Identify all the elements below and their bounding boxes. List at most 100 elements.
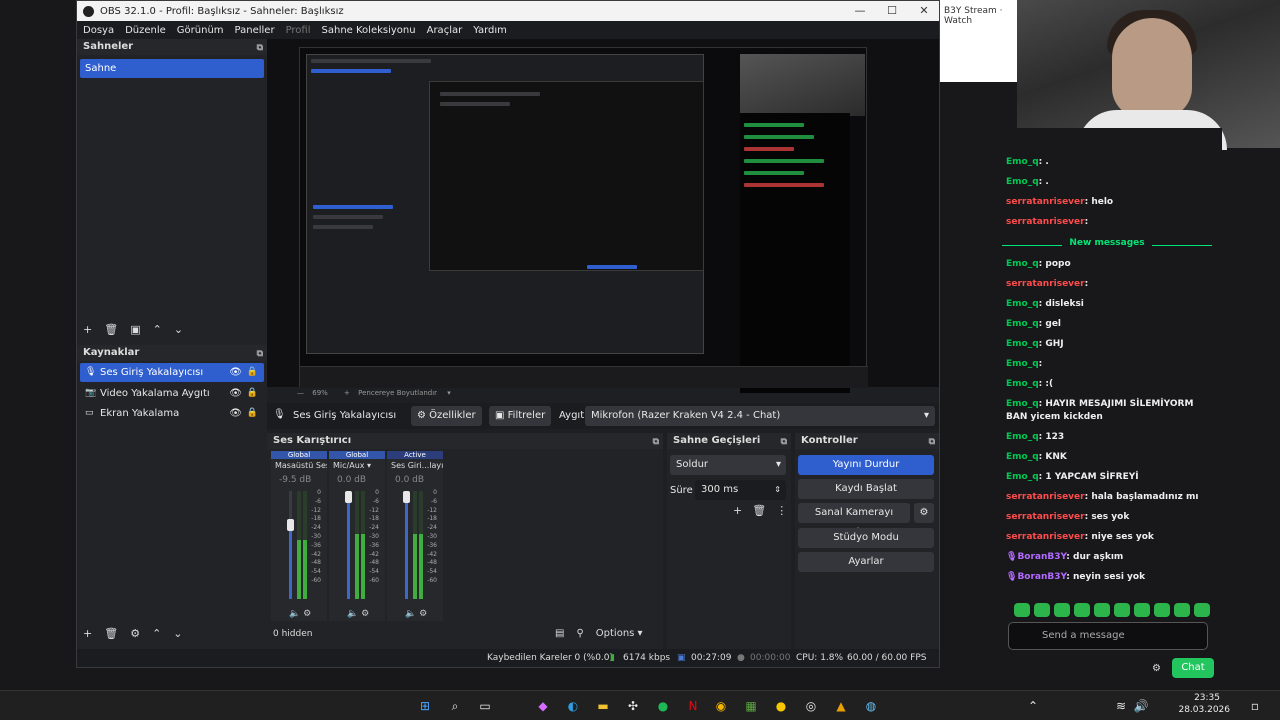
emote-icon[interactable] (1034, 603, 1050, 617)
fader-handle[interactable] (403, 491, 410, 503)
chat-username[interactable]: Emo_q (1006, 432, 1039, 442)
chat-message-input[interactable]: Send a message (1008, 622, 1208, 650)
steam-icon[interactable]: ◍ (862, 697, 880, 715)
chat-username[interactable]: serratanrisever (1006, 532, 1085, 542)
tidal-icon[interactable]: ✣ (624, 697, 642, 715)
background-browser-tab[interactable]: B3Y Stream · Watch (940, 0, 1020, 82)
remove-transition-icon[interactable]: 🗑 (752, 504, 766, 517)
chat-username[interactable]: serratanrisever (1006, 512, 1085, 522)
chat-message[interactable]: Emo_q: :( (1006, 378, 1216, 391)
lock-icon[interactable]: 🔒 (247, 404, 258, 423)
chat-message[interactable]: serratanrisever: hala başlamadınız mı (1006, 491, 1216, 504)
chat-message[interactable]: Emo_q: popo (1006, 258, 1216, 271)
options-menu[interactable]: Options ▾ (596, 628, 643, 639)
add-transition-icon[interactable]: + (733, 504, 742, 517)
menu-gorunum[interactable]: Görünüm (177, 25, 224, 36)
clock-date[interactable]: 28.03.2026 (1170, 705, 1230, 715)
app-icon[interactable]: ▲ (832, 697, 850, 715)
chat-username[interactable]: serratanrisever (1006, 217, 1085, 227)
scale-mode-select[interactable]: Pencereye Boyutlandır (358, 389, 437, 397)
emote-icon[interactable] (1074, 603, 1090, 617)
chat-username[interactable]: BoranB3Y (1017, 572, 1066, 582)
stop-streaming-button[interactable]: Yayını Durdur (798, 455, 934, 475)
undock-icon[interactable]: ⧉ (257, 346, 263, 362)
add-source-icon[interactable]: + (83, 627, 92, 640)
edge-icon[interactable]: ◐ (564, 697, 582, 715)
chat-message[interactable]: serratanrisever: (1006, 216, 1216, 229)
file-explorer-icon[interactable]: ▬ (594, 697, 612, 715)
mute-speaker-icon[interactable]: 🔈 (289, 609, 300, 619)
fader-handle[interactable] (345, 491, 352, 503)
lock-icon[interactable]: 🔒 (247, 384, 258, 403)
emote-icon[interactable] (1054, 603, 1070, 617)
mute-speaker-icon[interactable]: 🔈 (347, 609, 358, 619)
scene-item[interactable]: Sahne (80, 59, 264, 78)
transition-select[interactable]: Soldur ▾ (670, 455, 786, 475)
start-virtual-camera-button[interactable]: Sanal Kamerayı Başlat (798, 503, 910, 538)
emote-icon[interactable] (1014, 603, 1030, 617)
chat-message[interactable]: Emo_q: . (1006, 176, 1216, 189)
source-item-video-capture[interactable]: 📷 Video Yakalama Aygıtı 👁 🔒 (80, 384, 264, 403)
close-button[interactable]: ✕ (909, 1, 939, 21)
notification-icon[interactable]: ▫ (1246, 697, 1264, 715)
chat-username[interactable]: Emo_q (1006, 452, 1039, 462)
remove-source-icon[interactable]: 🗑 (104, 627, 118, 640)
link-icon[interactable]: ⚲ (576, 628, 583, 639)
chat-send-button[interactable]: Chat (1172, 658, 1214, 678)
chat-username[interactable]: Emo_q (1006, 177, 1039, 187)
copilot-icon[interactable]: ◆ (534, 697, 552, 715)
chat-message[interactable]: Emo_q: GHJ (1006, 338, 1216, 351)
chat-message[interactable]: serratanrisever: niye ses yok (1006, 531, 1216, 544)
chat-message[interactable]: Emo_q: HAYIR MESAJIMI SİLEMİYORM BAN yic… (1006, 398, 1216, 424)
spotify-icon[interactable]: ● (654, 697, 672, 715)
undock-icon[interactable]: ⧉ (781, 434, 787, 450)
chat-username[interactable]: Emo_q (1006, 379, 1039, 389)
stepper-icon[interactable]: ⇕ (774, 480, 781, 500)
visibility-eye-icon[interactable]: 👁 (229, 384, 242, 403)
chat-message[interactable]: 🎙BoranB3Y: dur aşkım (1006, 551, 1216, 564)
move-up-icon[interactable]: ⌃ (153, 323, 162, 336)
new-messages-divider[interactable]: New messages (1002, 238, 1212, 252)
chat-username[interactable]: Emo_q (1006, 399, 1039, 409)
visibility-eye-icon[interactable]: 👁 (229, 404, 242, 423)
chat-username[interactable]: Emo_q (1006, 339, 1039, 349)
filters-icon[interactable]: ▣ (130, 323, 140, 336)
chat-message[interactable]: serratanrisever: ses yok (1006, 511, 1216, 524)
add-scene-icon[interactable]: + (83, 323, 92, 336)
minecraft-icon[interactable]: ▦ (742, 697, 760, 715)
minimize-button[interactable]: — (845, 1, 875, 21)
start-recording-button[interactable]: Kaydı Başlat (798, 479, 934, 499)
channel-name[interactable]: Mic/Aux ▾ (329, 459, 385, 473)
studio-mode-button[interactable]: Stüdyo Modu (798, 528, 934, 548)
menu-paneller[interactable]: Paneller (235, 25, 275, 36)
more-options-icon[interactable]: ⋮ (776, 504, 787, 517)
channel-settings-icon[interactable]: ⚙ (361, 609, 369, 619)
duration-input[interactable]: 300 ms ⇕ (695, 480, 786, 500)
source-item-audio-input[interactable]: 🎙 Ses Giriş Yakalayıcısı 👁 🔒 (80, 363, 264, 382)
menu-yardim[interactable]: Yardım (473, 25, 507, 36)
remove-scene-icon[interactable]: 🗑 (104, 323, 118, 336)
menu-sahne-koleksiyonu[interactable]: Sahne Koleksiyonu (322, 25, 416, 36)
volume-fader[interactable] (405, 491, 408, 599)
chat-username[interactable]: Emo_q (1006, 259, 1039, 269)
chat-username[interactable]: Emo_q (1006, 299, 1039, 309)
chat-username[interactable]: Emo_q (1006, 319, 1039, 329)
zoom-level[interactable]: 69% (312, 389, 328, 397)
chat-message[interactable]: Emo_q: . (1006, 156, 1216, 169)
fader-handle[interactable] (287, 519, 294, 531)
move-up-icon[interactable]: ⌃ (152, 627, 161, 640)
chat-username[interactable]: Emo_q (1006, 157, 1039, 167)
chrome-icon[interactable]: ◉ (712, 697, 730, 715)
emote-icon[interactable] (1194, 603, 1210, 617)
menu-araclar[interactable]: Araçlar (427, 25, 463, 36)
source-item-display-capture[interactable]: ▭ Ekran Yakalama 👁 🔒 (80, 404, 264, 423)
channel-name[interactable]: Ses Giri...layıcısı ▾ (387, 459, 443, 473)
chat-username[interactable]: serratanrisever (1006, 279, 1085, 289)
settings-button[interactable]: Ayarlar (798, 552, 934, 572)
visibility-eye-icon[interactable]: 👁 (229, 363, 242, 382)
channel-name[interactable]: Masaüstü Ses ▾ (271, 459, 327, 473)
menu-profil[interactable]: Profil (286, 25, 311, 36)
clock-time[interactable]: 23:35 (1180, 693, 1220, 703)
chat-message[interactable]: serratanrisever: (1006, 278, 1216, 291)
undock-icon[interactable]: ⧉ (653, 434, 659, 450)
